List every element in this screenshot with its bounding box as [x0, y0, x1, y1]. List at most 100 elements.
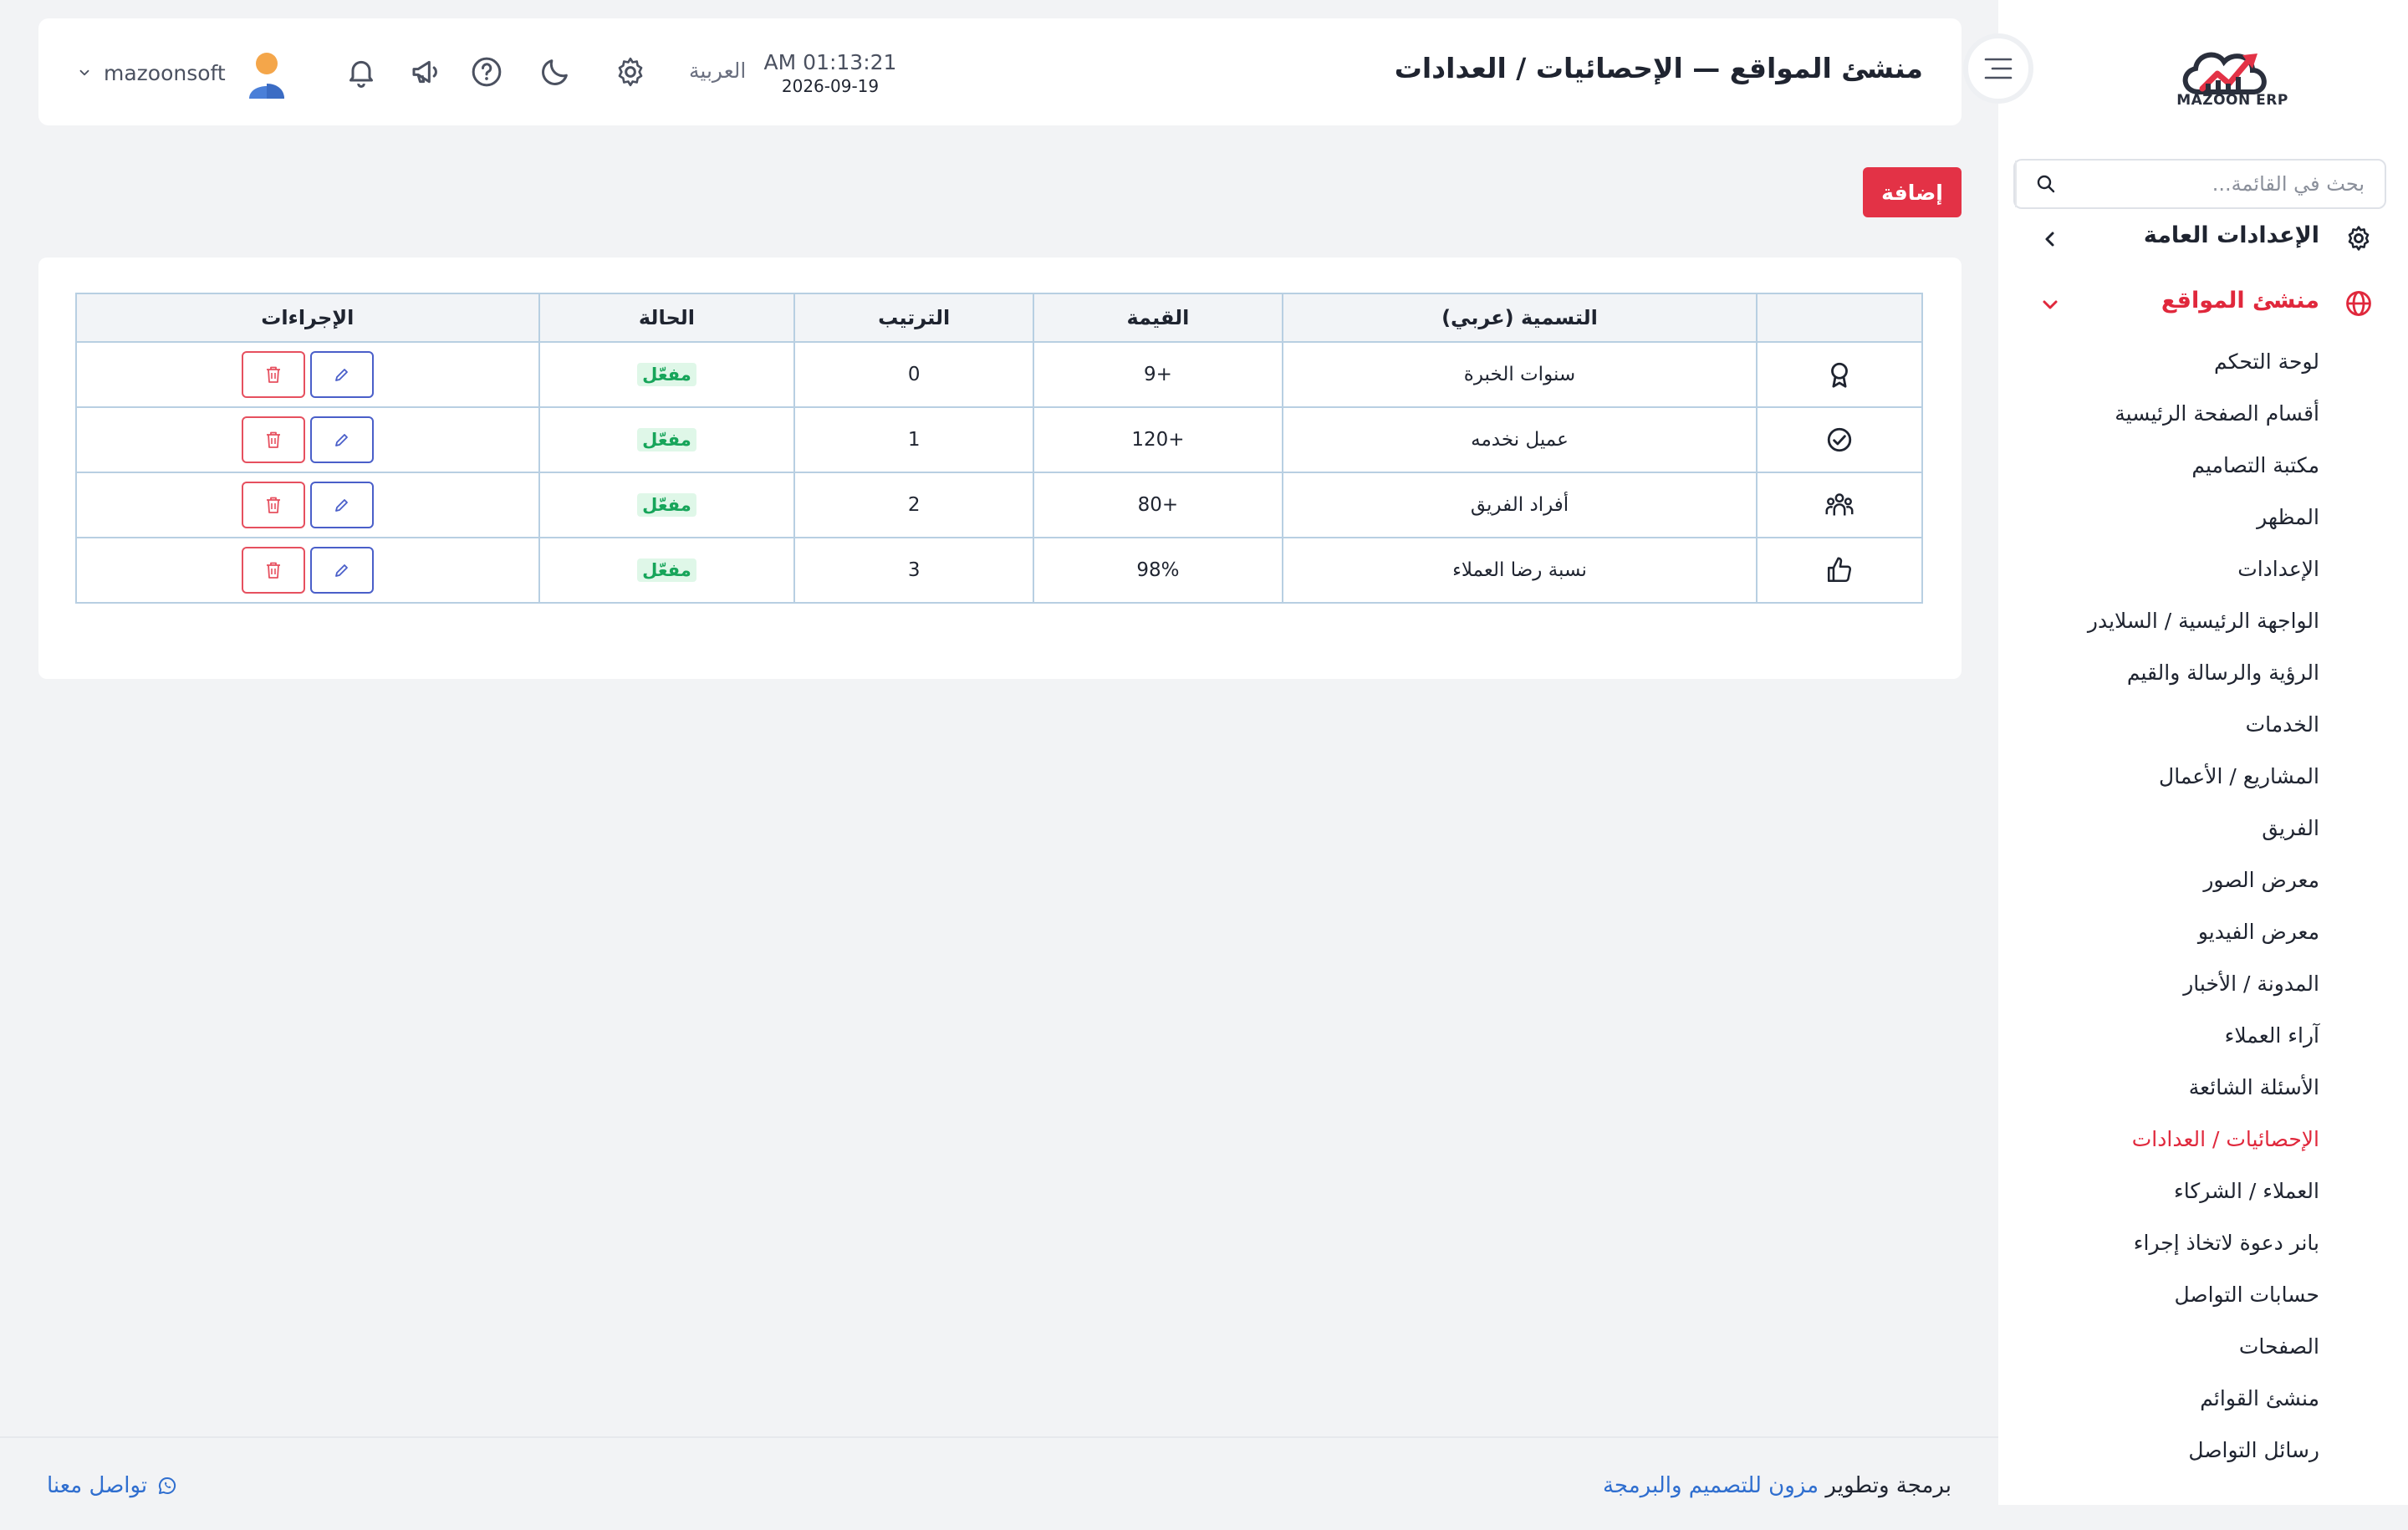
clock-time: AM 01:13:21 [763, 50, 897, 74]
dark-mode-toggle[interactable] [537, 54, 574, 90]
footer-credit: برمجة وتطوير مزون للتصميم والبرمجة [1603, 1473, 1951, 1498]
pencil-icon [334, 564, 348, 577]
bell-icon [349, 60, 373, 88]
search-button[interactable] [2015, 161, 2075, 207]
sidebar-item-pages[interactable]: الصفحات [2239, 1334, 2319, 1359]
table-row: سنوات الخبرة +9 0 مفعّل [75, 341, 1923, 408]
sidebar-search-input[interactable] [2075, 161, 2385, 207]
delete-button[interactable] [241, 416, 305, 463]
column-header-value[interactable]: القيمة [1033, 293, 1283, 343]
sidebar-item-clients[interactable]: العملاء / الشركاء [2174, 1179, 2319, 1203]
user-menu[interactable]: mazoonsoft [77, 43, 226, 102]
top-header: منشئ المواقع — الإحصائيات / العدادات AM … [38, 18, 1962, 125]
row-value: +120 [1033, 406, 1283, 473]
sidebar-item-statistics[interactable]: الإحصائيات / العدادات [2132, 1127, 2319, 1151]
table-row: أفراد الفريق +80 2 مفعّل [75, 472, 1923, 538]
language-switcher[interactable]: العربية [689, 59, 746, 83]
sidebar-search [2013, 159, 2386, 209]
announcements-button[interactable] [408, 54, 445, 90]
sidebar-item-testimonials[interactable]: آراء العملاء [2225, 1023, 2319, 1048]
status-badge: مفعّل [637, 363, 696, 386]
delete-button[interactable] [241, 482, 305, 528]
table-header-row: التسمية (عربي) القيمة الترتيب الحالة الإ… [75, 293, 1923, 343]
sidebar-item-services[interactable]: الخدمات [2246, 712, 2319, 737]
username: mazoonsoft [104, 60, 226, 85]
sidebar-item-appearance[interactable]: المظهر [2257, 505, 2319, 529]
menu-group-label: منشئ المواقع [2161, 288, 2319, 314]
menu-group-general-settings[interactable]: الإعدادات العامة [1998, 212, 2408, 263]
credit-link[interactable]: مزون للتصميم والبرمجة [1603, 1473, 1819, 1498]
help-button[interactable] [468, 54, 505, 90]
settings-button[interactable] [612, 54, 649, 90]
sidebar-item-team[interactable]: الفريق [2262, 816, 2319, 840]
trash-icon [266, 497, 280, 513]
clock: AM 01:13:21 2026-09-19 [759, 50, 901, 96]
trash-icon [266, 431, 280, 448]
footer: برمجة وتطوير مزون للتصميم والبرمجة تواصل… [0, 1436, 1998, 1530]
delete-button[interactable] [241, 351, 305, 398]
notifications-button[interactable] [343, 54, 380, 90]
pencil-icon [334, 434, 348, 446]
column-header-status[interactable]: الحالة [538, 293, 796, 343]
pencil-icon [334, 499, 348, 512]
sidebar-item-contact-messages[interactable]: رسائل التواصل [2188, 1438, 2319, 1462]
edit-button[interactable] [309, 547, 374, 594]
sidebar-item-hero-slider[interactable]: الواجهة الرئيسية / السلايدر [2088, 609, 2319, 633]
status-badge: مفعّل [637, 428, 696, 451]
sidebar-item-social-accounts[interactable]: حسابات التواصل [2174, 1283, 2319, 1307]
sidebar-item-cta-banner[interactable]: بانر دعوة لاتخاذ إجراء [2134, 1231, 2319, 1255]
award-icon [1831, 362, 1849, 388]
column-header-name[interactable]: التسمية (عربي) [1281, 293, 1758, 343]
column-header-actions: الإجراءات [75, 293, 540, 343]
trash-icon [266, 366, 280, 383]
row-name: أفراد الفريق [1281, 472, 1758, 538]
row-name: سنوات الخبرة [1281, 341, 1758, 408]
column-header-order[interactable]: الترتيب [793, 293, 1035, 343]
menu-group-label: الإعدادات العامة [2143, 222, 2319, 248]
edit-button[interactable] [309, 482, 374, 528]
stats-table: التسمية (عربي) القيمة الترتيب الحالة الإ… [75, 293, 1923, 604]
whatsapp-icon [159, 1476, 176, 1494]
page-title: منشئ المواقع — الإحصائيات / العدادات [1394, 52, 1923, 84]
row-value: 98% [1033, 537, 1283, 604]
chevron-left-icon [2045, 232, 2054, 247]
table-row: نسبة رضا العملاء 98% 3 مفعّل [75, 537, 1923, 604]
sidebar-item-projects[interactable]: المشاريع / الأعمال [2159, 764, 2319, 788]
globe-icon [2346, 291, 2371, 316]
sidebar-item-video-gallery[interactable]: معرض الفيديو [2198, 920, 2319, 944]
menu-group-site-builder[interactable]: منشئ المواقع [1998, 278, 2408, 328]
search-icon [2037, 175, 2055, 193]
status-badge: مفعّل [637, 493, 696, 517]
sidebar-item-home-sections[interactable]: أقسام الصفحة الرئيسية [2115, 401, 2319, 426]
credit-prefix: برمجة وتطوير [1825, 1473, 1951, 1498]
help-icon [472, 57, 502, 87]
sidebar-item-blog[interactable]: المدونة / الأخبار [2183, 972, 2319, 996]
delete-button[interactable] [241, 547, 305, 594]
trash-icon [266, 562, 280, 579]
avatar[interactable] [246, 50, 288, 99]
row-value: +9 [1033, 341, 1283, 408]
sidebar: MAZOON ERP الإعدادات العامة منشئ المواقع… [1998, 0, 2408, 1505]
column-header-icon [1756, 293, 1923, 343]
sidebar-item-settings[interactable]: الإعدادات [2237, 557, 2319, 581]
chevron-down-icon [79, 69, 89, 76]
moon-icon [542, 59, 568, 85]
pencil-icon [334, 369, 348, 381]
add-button[interactable]: إضافة [1863, 167, 1962, 217]
sidebar-item-design-library[interactable]: مكتبة التصاميم [2191, 453, 2319, 477]
contact-us-link[interactable]: تواصل معنا [47, 1473, 177, 1498]
sidebar-item-faq[interactable]: الأسئلة الشائعة [2189, 1075, 2319, 1099]
check-circle-icon [1827, 427, 1852, 452]
edit-button[interactable] [309, 351, 374, 398]
sidebar-item-vision-mission[interactable]: الرؤية والرسالة والقيم [2127, 660, 2319, 685]
sidebar-item-dashboard[interactable]: لوحة التحكم [2214, 349, 2319, 374]
edit-button[interactable] [309, 416, 374, 463]
row-name: عميل نخدمه [1281, 406, 1758, 473]
row-value: +80 [1033, 472, 1283, 538]
status-badge: مفعّل [637, 558, 696, 582]
sidebar-toggle-button[interactable] [1963, 33, 2033, 104]
gear-icon [618, 57, 643, 87]
row-order: 3 [793, 537, 1035, 604]
sidebar-item-menu-builder[interactable]: منشئ القوائم [2200, 1386, 2319, 1410]
sidebar-item-photo-gallery[interactable]: معرض الصور [2203, 868, 2319, 892]
